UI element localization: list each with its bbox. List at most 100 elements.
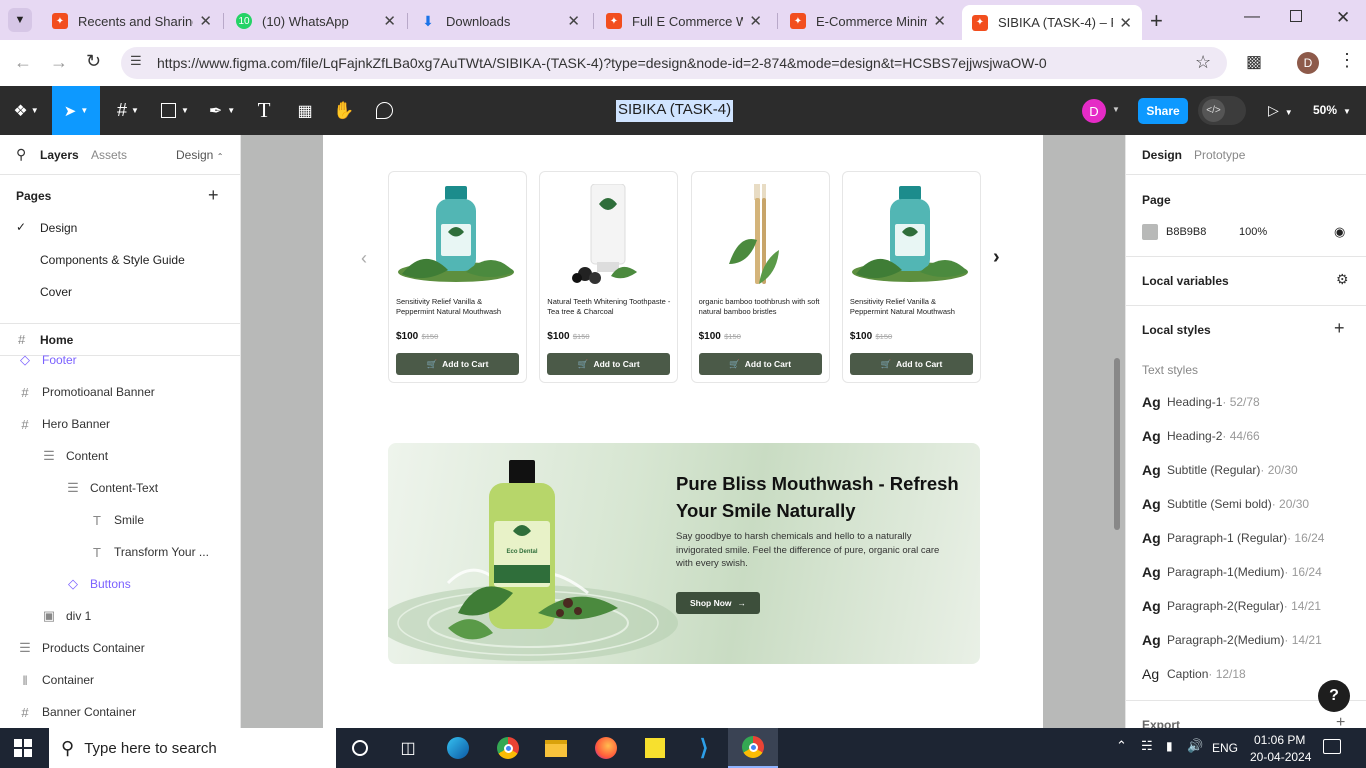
layer-item[interactable]: T Transform Your ... <box>90 536 209 568</box>
file-title[interactable]: SIBIKA (TASK-4) <box>616 100 734 122</box>
back-icon[interactable]: ← <box>14 52 32 73</box>
taskbar-search[interactable]: ⚲ Type here to search <box>49 728 336 768</box>
text-style-item[interactable]: Ag Paragraph-2(Regular) · 14/21 <box>1142 589 1357 623</box>
close-icon[interactable]: ✕ <box>933 12 946 30</box>
add-style-icon[interactable]: + <box>1334 318 1345 339</box>
text-style-item[interactable]: Ag Heading-1 · 52/78 <box>1142 385 1357 419</box>
comment-tool-button[interactable] <box>370 86 398 135</box>
cortana-icon[interactable] <box>348 736 372 760</box>
browser-tab-3[interactable]: ✦ Full E Commerce We ✕ <box>596 5 772 37</box>
product-card[interactable]: Sensitivity Relief Vanilla & Peppermint … <box>841 171 981 383</box>
new-tab-button[interactable]: + <box>1150 8 1163 34</box>
close-window-button[interactable]: ✕ <box>1336 8 1350 28</box>
bookmark-star-icon[interactable]: ☆ <box>1195 52 1211 73</box>
chevron-down-icon[interactable]: ▼ <box>1112 105 1120 114</box>
tab-layers[interactable]: Layers <box>40 148 79 162</box>
add-to-cart-button[interactable]: 🛒 Add to Cart <box>698 353 822 375</box>
add-to-cart-button[interactable]: 🛒 Add to Cart <box>396 353 519 375</box>
reload-icon[interactable]: ↻ <box>86 51 101 72</box>
chrome-icon[interactable] <box>496 736 520 760</box>
browser-tab-4[interactable]: ✦ E-Commerce Minima ✕ <box>780 5 956 37</box>
add-page-icon[interactable]: + <box>208 185 219 206</box>
tab-assets[interactable]: Assets <box>91 148 127 162</box>
close-icon[interactable]: ✕ <box>567 12 580 30</box>
layer-item[interactable]: ◇ Footer <box>18 344 77 376</box>
close-icon[interactable]: ✕ <box>199 12 212 30</box>
text-style-item[interactable]: Ag Subtitle (Regular) · 20/30 <box>1142 453 1357 487</box>
tray-chevron-icon[interactable]: ⌃ <box>1116 738 1127 754</box>
carousel-prev-icon[interactable]: ‹ <box>361 248 367 269</box>
layer-item[interactable]: ☰ Content-Text <box>66 472 158 504</box>
frame-tool-button[interactable]: # ▼ <box>108 86 148 135</box>
profile-avatar[interactable]: D <box>1297 52 1319 74</box>
hand-tool-button[interactable]: ✋ <box>330 86 358 135</box>
site-info-icon[interactable]: ☰ <box>130 53 142 69</box>
sliders-icon[interactable]: ⚙ <box>1336 271 1349 288</box>
page-item-components[interactable]: Components & Style Guide <box>40 253 185 267</box>
chrome-menu-icon[interactable]: ⋮ <box>1338 50 1356 71</box>
vscode-icon[interactable]: ⟩ <box>692 735 716 760</box>
text-style-item[interactable]: Ag Subtitle (Semi bold) · 20/30 <box>1142 487 1357 521</box>
page-opacity-value[interactable]: 100% <box>1239 226 1267 238</box>
layers-scrollbar[interactable] <box>0 356 240 357</box>
clock-time[interactable]: 01:06 PM <box>1254 733 1305 747</box>
layer-item[interactable]: # Hero Banner <box>18 408 110 440</box>
product-card[interactable]: organic bamboo toothbrush with soft natu… <box>690 171 830 383</box>
forward-icon[interactable]: → <box>50 52 68 73</box>
firefox-icon[interactable] <box>594 736 618 760</box>
search-icon[interactable]: ⚲ <box>16 146 26 163</box>
help-button[interactable]: ? <box>1318 680 1350 712</box>
text-tool-button[interactable]: T <box>250 86 278 135</box>
file-explorer-icon[interactable] <box>544 736 568 760</box>
edge-icon[interactable] <box>446 736 470 760</box>
tab-design[interactable]: Design <box>1142 148 1182 162</box>
text-style-item[interactable]: Ag Heading-2 · 44/66 <box>1142 419 1357 453</box>
shape-tool-button[interactable]: ▼ <box>155 86 195 135</box>
browser-tab-0[interactable]: ✦ Recents and Sharing ✕ <box>42 5 222 37</box>
text-style-item[interactable]: Ag Paragraph-1(Medium) · 16/24 <box>1142 555 1357 589</box>
minimize-button[interactable]: — <box>1244 8 1260 26</box>
page-color-swatch[interactable] <box>1142 224 1158 240</box>
share-button[interactable]: Share <box>1138 98 1188 124</box>
page-item-cover[interactable]: Cover <box>40 285 72 299</box>
browser-tab-5[interactable]: ✦ SIBIKA (TASK-4) – Fig ✕ <box>962 5 1142 40</box>
resources-button[interactable]: ▦ <box>290 86 320 135</box>
close-icon[interactable]: ✕ <box>1119 14 1132 32</box>
language-indicator[interactable]: ENG <box>1212 741 1238 755</box>
carousel-next-icon[interactable]: › <box>993 246 1000 269</box>
battery-icon[interactable]: ▮ <box>1166 739 1173 753</box>
task-view-icon[interactable]: ◫ <box>396 736 420 760</box>
product-card[interactable]: Sensitivity Relief Vanilla & Peppermint … <box>388 171 527 383</box>
tab-search-button[interactable]: ▼ <box>8 8 32 32</box>
close-icon[interactable]: ✕ <box>383 12 396 30</box>
product-card[interactable]: Natural Teeth Whitening Toothpaste - Tea… <box>539 171 679 383</box>
browser-tab-1[interactable]: 10 (10) WhatsApp ✕ <box>226 5 406 37</box>
layer-item[interactable]: ‖ Container <box>18 664 94 696</box>
add-to-cart-button[interactable]: 🛒 Add to Cart <box>849 353 973 375</box>
volume-icon[interactable]: 🔊 <box>1187 738 1203 754</box>
page-color-value[interactable]: B8B9B8 <box>1166 226 1206 238</box>
layer-item[interactable]: ☰ Products Container <box>18 632 145 664</box>
main-menu-button[interactable]: ❖ ▼ <box>8 86 44 135</box>
move-tool-button[interactable]: ➤ ▼ <box>52 86 100 135</box>
mode-dropdown[interactable]: Design ⌃ <box>176 148 223 162</box>
network-icon[interactable]: ☵ <box>1141 738 1153 754</box>
sticky-notes-icon[interactable] <box>643 736 667 760</box>
canvas-scrollbar[interactable] <box>1114 358 1120 530</box>
text-style-item[interactable]: Ag Paragraph-2(Medium) · 14/21 <box>1142 623 1357 657</box>
pen-tool-button[interactable]: ✒ ▼ <box>202 86 242 135</box>
present-button[interactable]: ▷ ▼ <box>1268 102 1293 119</box>
extensions-icon[interactable]: ▩ <box>1246 52 1262 72</box>
text-style-item[interactable]: Ag Paragraph-1 (Regular) · 16/24 <box>1142 521 1357 555</box>
zoom-control[interactable]: 50% ▼ <box>1313 103 1351 117</box>
layer-item[interactable]: ▣ div 1 <box>42 600 92 632</box>
dev-mode-toggle[interactable]: </> <box>1198 96 1246 125</box>
page-item-design[interactable]: Design <box>40 221 77 235</box>
notifications-icon[interactable] <box>1323 739 1341 754</box>
layer-item[interactable]: # Banner Container <box>18 696 136 728</box>
clock-date[interactable]: 20-04-2024 <box>1250 750 1311 764</box>
url-text[interactable]: https://www.figma.com/file/LqFajnkZfLBa0… <box>157 55 1047 71</box>
tab-prototype[interactable]: Prototype <box>1194 148 1245 162</box>
browser-tab-2[interactable]: ⬇ Downloads ✕ <box>410 5 590 37</box>
local-variables[interactable]: Local variables <box>1142 274 1229 288</box>
